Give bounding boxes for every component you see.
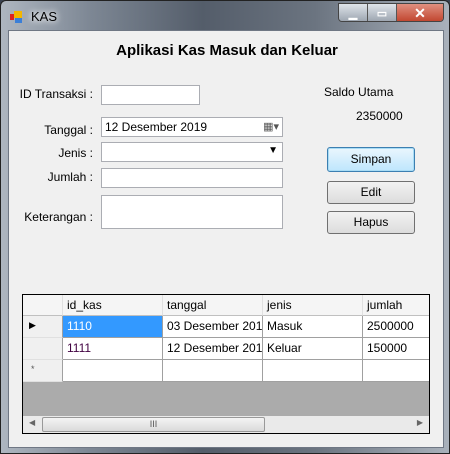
column-header[interactable]: jumlah <box>363 295 429 316</box>
table-cell[interactable]: 03 Desember 2019 <box>163 316 263 338</box>
jenis-label: Jenis : <box>58 146 93 160</box>
close-icon: ✕ <box>414 4 426 21</box>
column-header[interactable]: id_kas <box>63 295 163 316</box>
table-cell[interactable] <box>163 360 263 382</box>
id-transaksi-label: ID Transaksi : <box>19 87 93 101</box>
tanggal-datepicker[interactable]: 12 Desember 2019 ▦▾ <box>101 117 283 137</box>
table-row[interactable]: ▶ 1110 03 Desember 2019 Masuk 2500000 <box>23 316 429 338</box>
column-header[interactable]: tanggal <box>163 295 263 316</box>
window-frame: KAS ▁ ▭ ✕ Aplikasi Kas Masuk dan Keluar … <box>0 0 450 454</box>
maximize-button[interactable]: ▭ <box>368 4 397 21</box>
table-cell[interactable]: 150000 <box>363 338 429 360</box>
id-transaksi-input[interactable] <box>101 85 200 105</box>
table-row[interactable]: 1111 12 Desember 2019 Keluar 150000 <box>23 338 429 360</box>
scroll-left-icon[interactable]: ◀ <box>29 418 35 427</box>
keterangan-input[interactable] <box>101 195 283 229</box>
window-title: KAS <box>31 9 58 24</box>
tanggal-value: 12 Desember 2019 <box>105 120 208 134</box>
jumlah-label: Jumlah : <box>47 170 93 184</box>
maximize-icon: ▭ <box>376 7 388 20</box>
page-title: Aplikasi Kas Masuk dan Keluar <box>116 42 338 59</box>
table-cell[interactable]: 2500000 <box>363 316 429 338</box>
horizontal-scrollbar[interactable]: ◀ III ▶ <box>23 416 429 433</box>
form-client-area: Aplikasi Kas Masuk dan Keluar ID Transak… <box>8 30 444 448</box>
new-row[interactable]: * <box>23 360 429 382</box>
minimize-button[interactable]: ▁ <box>339 4 368 21</box>
calendar-dropdown-icon[interactable]: ▦▾ <box>263 120 279 133</box>
row-header[interactable]: * <box>23 360 63 382</box>
scroll-right-icon[interactable]: ▶ <box>417 418 423 427</box>
table-cell[interactable] <box>63 360 163 382</box>
chevron-down-icon[interactable]: ▼ <box>268 145 278 156</box>
row-header[interactable] <box>23 338 63 360</box>
edit-button[interactable]: Edit <box>327 181 415 204</box>
jumlah-input[interactable] <box>101 168 283 188</box>
table-cell[interactable]: Keluar <box>263 338 363 360</box>
jenis-combobox[interactable]: ▼ <box>101 142 283 162</box>
table-cell[interactable]: Masuk <box>263 316 363 338</box>
hapus-button[interactable]: Hapus <box>327 211 415 234</box>
minimize-icon: ▁ <box>348 7 358 20</box>
data-grid[interactable]: id_kas tanggal jenis jumlah ▶ 1110 03 De… <box>22 294 430 434</box>
saldo-utama-label: Saldo Utama <box>324 85 394 99</box>
tanggal-label: Tanggal : <box>44 123 93 137</box>
grid-corner-header[interactable] <box>23 295 63 316</box>
close-button[interactable]: ✕ <box>397 4 443 21</box>
app-icon <box>10 11 22 23</box>
table-cell[interactable]: 1110 <box>63 316 163 338</box>
grid-header-row: id_kas tanggal jenis jumlah <box>23 295 429 316</box>
current-row-arrow-icon: ▶ <box>29 320 36 330</box>
table-cell[interactable]: 12 Desember 2019 <box>163 338 263 360</box>
saldo-utama-value: 2350000 <box>356 109 403 123</box>
new-row-asterisk-icon: * <box>31 364 35 374</box>
scrollbar-thumb[interactable]: III <box>42 417 265 432</box>
table-cell[interactable] <box>363 360 429 382</box>
row-header[interactable]: ▶ <box>23 316 63 338</box>
title-bar[interactable]: KAS ▁ ▭ ✕ <box>1 1 450 31</box>
simpan-button[interactable]: Simpan <box>327 147 415 172</box>
table-cell[interactable]: 1111 <box>63 338 163 360</box>
table-cell[interactable] <box>263 360 363 382</box>
column-header[interactable]: jenis <box>263 295 363 316</box>
keterangan-label: Keterangan : <box>24 210 93 224</box>
